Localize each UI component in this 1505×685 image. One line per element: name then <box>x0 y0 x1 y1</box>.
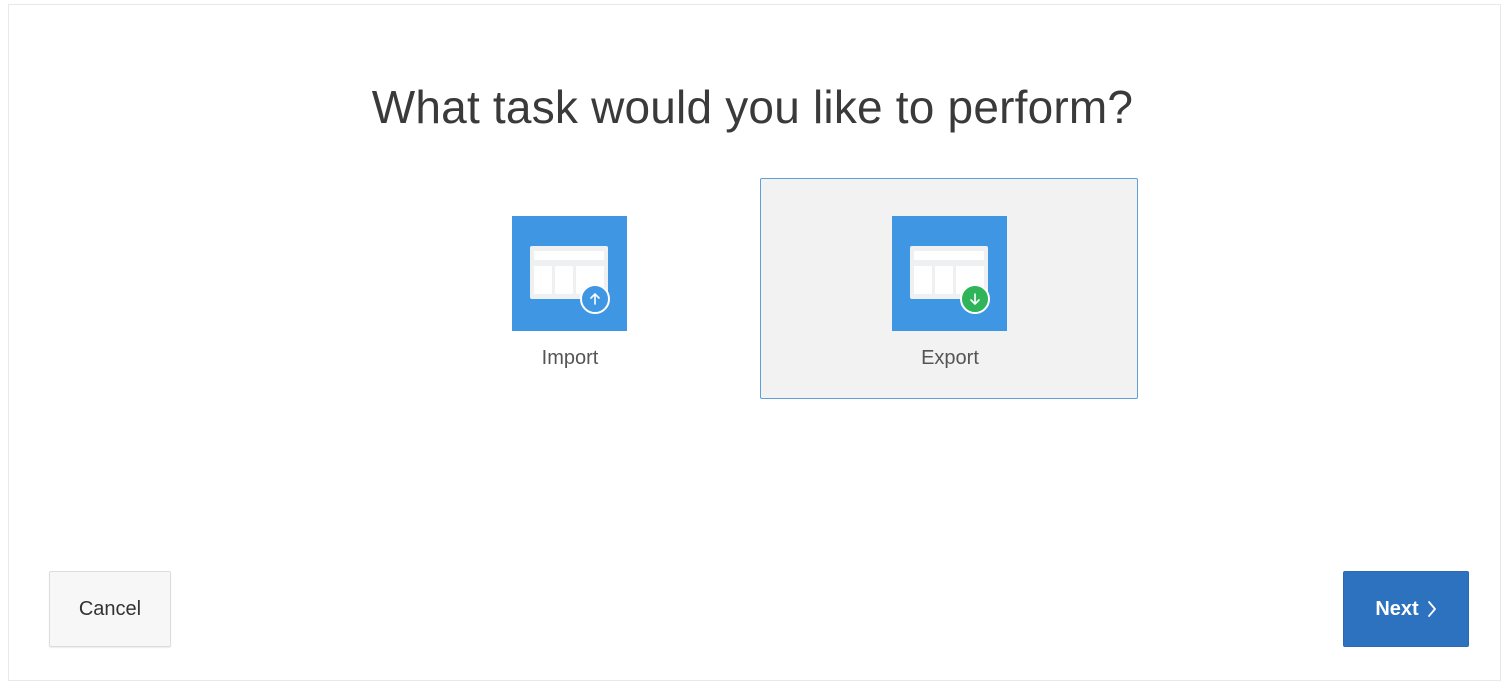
download-icon <box>960 284 990 314</box>
import-tile <box>512 216 627 331</box>
import-option[interactable]: Import <box>380 178 758 399</box>
chevron-right-icon <box>1427 600 1437 618</box>
next-button[interactable]: Next <box>1343 571 1469 647</box>
export-option[interactable]: Export <box>760 178 1138 399</box>
cancel-button-label: Cancel <box>78 597 142 620</box>
cancel-button[interactable]: Cancel <box>49 571 171 647</box>
upload-icon <box>580 284 610 314</box>
export-tile <box>892 216 1007 331</box>
next-button-label: Next <box>1375 597 1419 620</box>
export-label: Export <box>921 347 979 369</box>
import-label: Import <box>541 347 599 369</box>
page-title: What task would you like to perform? <box>371 81 1134 133</box>
